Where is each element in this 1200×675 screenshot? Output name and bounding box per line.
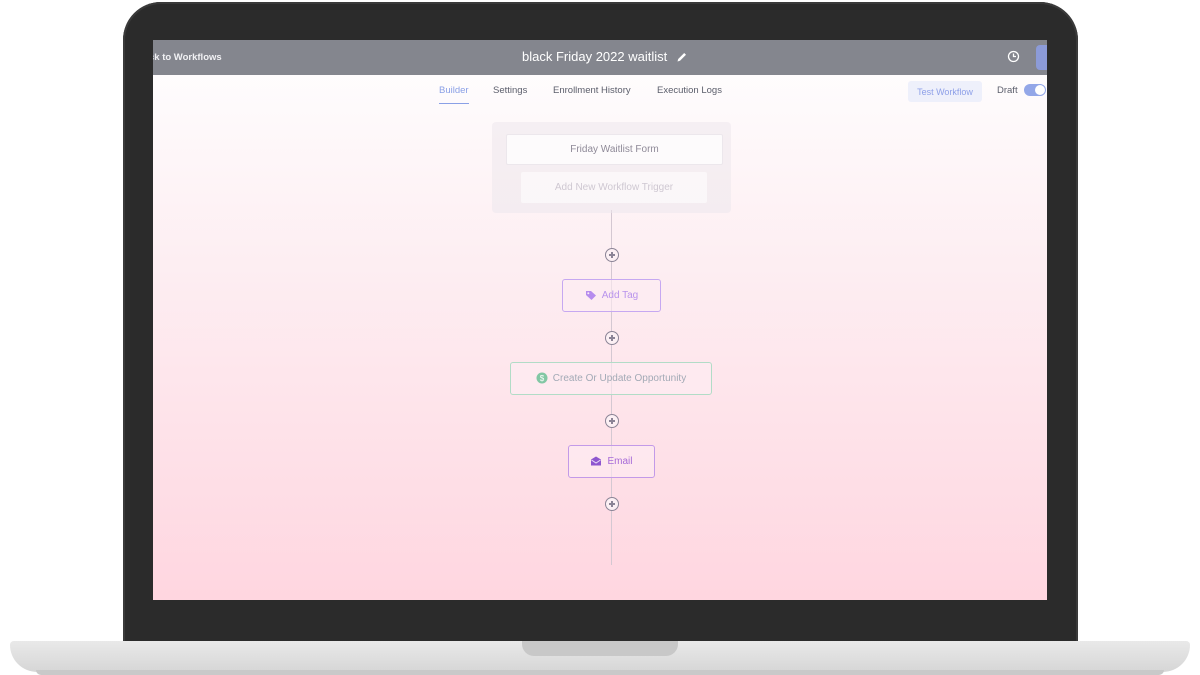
tab-builder[interactable]: Builder [439, 85, 469, 104]
tag-icon [585, 290, 596, 300]
laptop-notch [522, 641, 678, 656]
draft-toggle[interactable] [1024, 84, 1046, 96]
tab-execution-logs[interactable]: Execution Logs [657, 85, 722, 103]
step-email[interactable]: Email [568, 445, 655, 478]
workflow-title: black Friday 2022 waitlist [522, 49, 668, 64]
back-to-workflows-link[interactable]: ck to Workflows [153, 52, 222, 63]
step-label: Email [607, 456, 633, 467]
add-trigger-button[interactable]: Add New Workflow Trigger [521, 172, 707, 203]
top-bar: ck to Workflows black Friday 2022 waitli… [153, 40, 1047, 75]
trigger-card[interactable]: Friday Waitlist Form [506, 134, 723, 165]
email-icon [591, 456, 602, 466]
step-label: Add Tag [601, 290, 639, 301]
test-workflow-button[interactable]: Test Workflow [908, 81, 982, 102]
add-step-plus-icon[interactable] [605, 331, 619, 345]
app-screen: ck to Workflows black Friday 2022 waitli… [153, 40, 1047, 600]
add-step-plus-icon[interactable] [605, 248, 619, 262]
pencil-icon[interactable] [676, 51, 688, 63]
history-clock-icon[interactable] [1007, 50, 1020, 63]
step-label: Create Or Update Opportunity [552, 373, 687, 384]
add-step-plus-icon[interactable] [605, 497, 619, 511]
step-add-tag[interactable]: Add Tag [562, 279, 661, 312]
laptop-base-shadow [36, 670, 1164, 675]
dollar-icon: $ [536, 372, 548, 384]
draft-toggle-knob [1035, 85, 1045, 95]
publish-button-edge[interactable] [1036, 45, 1047, 70]
add-step-plus-icon[interactable] [605, 414, 619, 428]
draft-label: Draft [997, 85, 1018, 96]
svg-text:$: $ [540, 374, 545, 383]
tab-enrollment-history[interactable]: Enrollment History [553, 85, 631, 103]
step-create-or-update-opportunity[interactable]: $ Create Or Update Opportunity [510, 362, 712, 395]
tab-settings[interactable]: Settings [493, 85, 527, 103]
